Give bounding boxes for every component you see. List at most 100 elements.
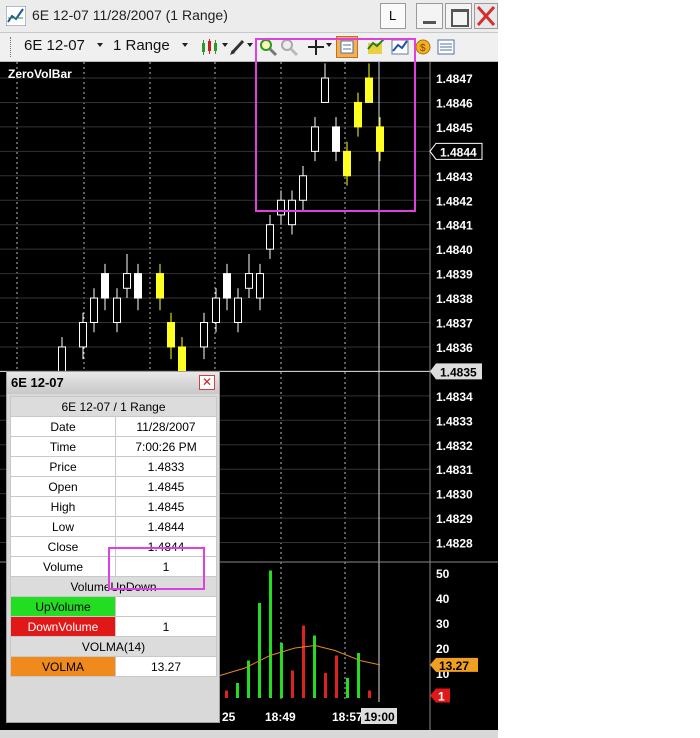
volume-bar	[335, 655, 338, 698]
row-label: High	[10, 496, 116, 517]
crosshair-price-label: 1.4835	[440, 365, 477, 379]
price-axis-label: 1.4833	[436, 414, 473, 428]
chart-toolbar: 6E 12-07 1 Range $	[0, 33, 498, 62]
data-box-row: DownVolume 1	[10, 616, 217, 637]
candle-body	[90, 297, 98, 324]
toolbar-grip	[10, 37, 14, 57]
volume-axis-label: 50	[436, 567, 450, 581]
data-box-row: UpVolume	[10, 596, 217, 617]
draw-pen-icon[interactable]	[228, 37, 248, 57]
price-axis-label: 1.4838	[436, 292, 473, 306]
data-box-table: 6E 12-07 / 1 Range Date 11/28/2007 Time 7:…	[10, 396, 217, 677]
down-volume-label: DownVolume	[10, 616, 116, 637]
candle-body	[212, 297, 220, 324]
properties-icon[interactable]	[436, 37, 456, 57]
candle-body	[266, 224, 274, 250]
volume-marker-label: 1	[438, 690, 445, 704]
candle-body	[134, 273, 142, 299]
candle-body	[178, 346, 186, 372]
bar-type-icon[interactable]	[198, 37, 222, 57]
volume-bar	[346, 678, 349, 698]
volma-header: VOLMA(14)	[10, 636, 217, 657]
instrument-selector[interactable]: 6E 12-07	[24, 37, 85, 54]
row-value: 1.4833	[115, 456, 217, 477]
period-selector[interactable]: 1 Range	[113, 37, 170, 54]
volma-marker-label: 13.27	[439, 659, 469, 673]
current-price-label: 1.4844	[440, 145, 477, 159]
price-axis-label: 1.4837	[436, 317, 473, 331]
price-axis-label: 1.4829	[436, 512, 473, 526]
data-box-title: 6E 12-07	[11, 375, 64, 390]
coin-icon[interactable]: $	[413, 37, 433, 57]
volma-line	[219, 644, 381, 676]
period-caret-icon[interactable]	[182, 43, 188, 47]
link-button[interactable]: L	[380, 3, 406, 29]
horizontal-scrollbar[interactable]	[0, 730, 498, 738]
price-axis-label: 1.4842	[436, 194, 473, 208]
volume-bar	[368, 690, 371, 698]
price-axis-label: 1.4840	[436, 243, 473, 257]
volume-bar	[302, 625, 305, 698]
data-box-header: 6E 12-07 / 1 Range	[10, 396, 217, 417]
up-volume-value	[115, 596, 217, 617]
row-value: 1.4845	[115, 476, 217, 497]
minimize-button[interactable]	[416, 3, 443, 29]
volume-bar	[225, 690, 228, 698]
maximize-button[interactable]	[445, 3, 472, 29]
crosshair-time-label: 19:00	[364, 710, 395, 724]
volma-value: 13.27	[115, 656, 217, 677]
candle-body	[200, 322, 208, 348]
candle-body	[245, 273, 253, 289]
row-value: 1.4845	[115, 496, 217, 517]
volume-axis-label: 30	[436, 617, 450, 631]
volume-bar	[324, 673, 327, 698]
price-axis-label: 1.4839	[436, 268, 473, 282]
candle-body	[256, 273, 264, 299]
row-label: Close	[10, 536, 116, 557]
price-axis-label: 1.4830	[436, 488, 473, 502]
data-box-row: High 1.4845	[10, 496, 217, 517]
chart-app-icon	[6, 6, 26, 26]
row-label: Low	[10, 516, 116, 537]
indicator-label: ZeroVolBar	[8, 67, 72, 81]
instrument-caret-icon[interactable]	[97, 43, 103, 47]
window-title: 6E 12-07 11/28/2007 (1 Range)	[32, 7, 228, 23]
link-button-label: L	[389, 8, 397, 23]
price-axis-label: 1.4828	[436, 537, 473, 551]
title-bar: 6E 12-07 11/28/2007 (1 Range) L	[0, 0, 498, 33]
volume-axis-label: 20	[436, 642, 450, 656]
data-box-row: Time 7:00:26 PM	[10, 436, 217, 457]
volume-bar	[236, 683, 239, 698]
candle-body	[113, 297, 121, 324]
price-axis-label: 1.4841	[436, 219, 473, 233]
draw-caret-icon[interactable]	[247, 43, 253, 47]
data-box-titlebar[interactable]: 6E 12-07 ✕	[7, 372, 219, 394]
price-axis-label: 1.4831	[436, 463, 473, 477]
price-axis-label: 1.4836	[436, 341, 473, 355]
highlight-box-volume	[108, 547, 205, 590]
candle-body	[234, 297, 242, 324]
volume-bar	[269, 570, 272, 698]
row-label: Volume	[10, 556, 116, 577]
highlight-box-zero-volume-bars	[255, 38, 416, 212]
down-volume-value: 1	[115, 616, 217, 637]
svg-text:$: $	[420, 43, 426, 54]
volume-bar	[313, 635, 316, 698]
volume-bar	[258, 603, 261, 698]
volma-label: VOLMA	[10, 656, 116, 677]
row-label: Time	[10, 436, 116, 457]
data-box-row: Date 11/28/2007	[10, 416, 217, 437]
data-box-close-icon[interactable]: ✕	[199, 375, 215, 390]
close-button[interactable]	[474, 3, 498, 29]
data-box-row: VOLMA 13.27	[10, 656, 217, 677]
maximize-icon	[451, 9, 469, 27]
data-box-row: Price 1.4833	[10, 456, 217, 477]
candle-body	[101, 273, 109, 299]
row-label: Price	[10, 456, 116, 477]
row-value: 1.4844	[115, 516, 217, 537]
row-value: 11/28/2007	[115, 416, 217, 437]
candle-body	[58, 346, 66, 372]
price-axis-label: 1.4832	[436, 439, 473, 453]
candle-body	[123, 273, 131, 289]
minimize-icon	[423, 21, 436, 24]
